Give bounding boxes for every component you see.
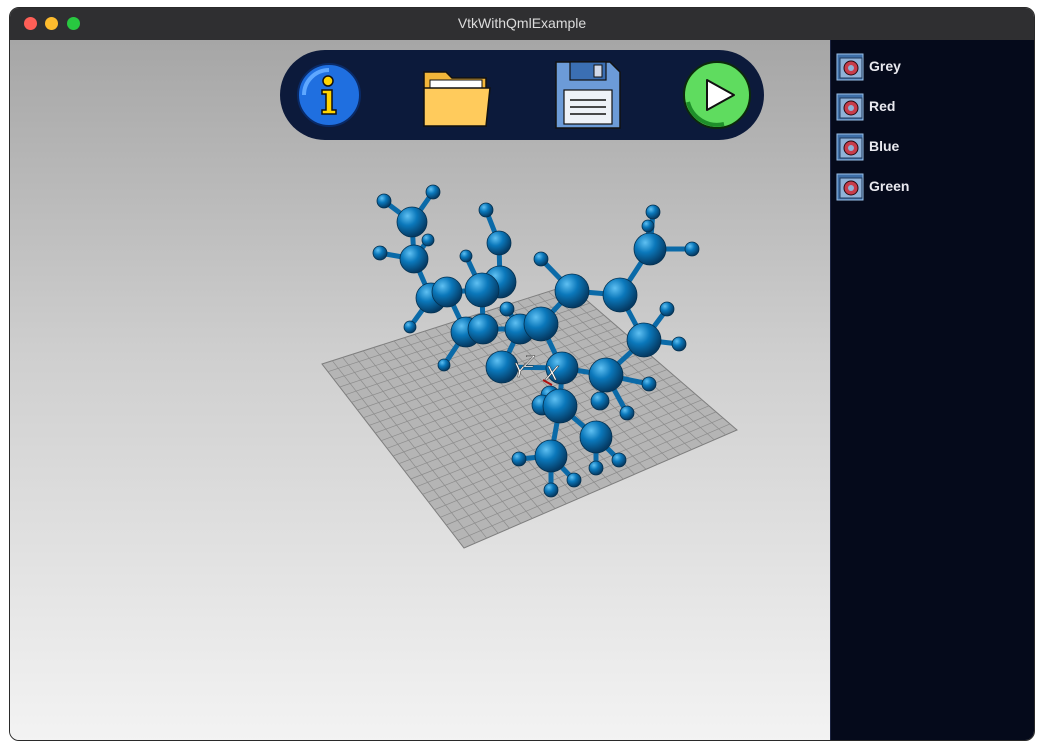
settings-window-icon <box>836 173 864 201</box>
atom <box>566 472 582 488</box>
toolbar <box>280 50 764 140</box>
atom <box>588 460 604 476</box>
play-button[interactable] <box>680 58 754 132</box>
atom <box>579 420 613 454</box>
atom <box>425 184 441 200</box>
atom <box>431 276 463 308</box>
atom <box>611 452 627 468</box>
settings-window-icon <box>836 93 864 121</box>
filter-label: Blue <box>869 138 900 154</box>
filter-item-grey[interactable]: Grey <box>835 52 1025 82</box>
filter-panel: Grey Red Blue Green <box>830 40 1034 740</box>
atom <box>588 357 624 393</box>
atom <box>633 232 667 266</box>
filter-label: Red <box>869 98 896 114</box>
atom <box>421 233 435 247</box>
filter-item-red[interactable]: Red <box>835 92 1025 122</box>
filter-item-blue[interactable]: Blue <box>835 132 1025 162</box>
atom <box>684 241 700 257</box>
atom <box>464 272 500 308</box>
save-button[interactable] <box>550 58 624 132</box>
info-icon <box>297 63 361 127</box>
window-title: VtkWithQmlExample <box>457 15 587 31</box>
axis-label-z: Z <box>523 352 535 371</box>
atom <box>533 251 549 267</box>
atom <box>543 482 559 498</box>
info-button[interactable] <box>292 58 366 132</box>
atom <box>376 193 392 209</box>
atom <box>641 376 657 392</box>
atom <box>671 336 687 352</box>
atom <box>602 277 638 313</box>
atom <box>459 249 473 263</box>
atom <box>437 358 451 372</box>
atom <box>645 204 661 220</box>
atom <box>478 202 494 218</box>
app-window: VtkWithQmlExample Y Z X Grey Red Blue Gr… <box>9 7 1035 741</box>
title-bar: VtkWithQmlExample <box>10 8 1034 40</box>
atom <box>396 206 428 238</box>
settings-window-icon <box>836 133 864 161</box>
atom <box>467 313 499 345</box>
atom <box>590 391 610 411</box>
filter-label: Grey <box>869 58 901 74</box>
atom <box>486 230 512 256</box>
atom <box>641 219 655 233</box>
atom <box>399 244 429 274</box>
settings-window-icon <box>836 53 864 81</box>
vtk-render-view[interactable]: Y Z X <box>10 40 830 741</box>
atom <box>499 301 515 317</box>
atom <box>626 322 662 358</box>
folder-icon <box>423 71 491 127</box>
atom <box>542 388 578 424</box>
atom <box>554 273 590 309</box>
play-icon <box>683 61 751 129</box>
atom <box>511 451 527 467</box>
atom <box>372 245 388 261</box>
filter-label: Green <box>869 178 910 194</box>
filter-item-green[interactable]: Green <box>835 172 1025 202</box>
scene-svg[interactable]: Y Z X <box>10 40 830 741</box>
axis-label-x: X <box>544 363 559 385</box>
atom <box>403 320 417 334</box>
atom <box>534 439 568 473</box>
open-file-button[interactable] <box>420 58 494 132</box>
atom <box>659 301 675 317</box>
atom <box>523 306 559 342</box>
atom <box>619 405 635 421</box>
floppy-disk-icon <box>555 61 621 129</box>
